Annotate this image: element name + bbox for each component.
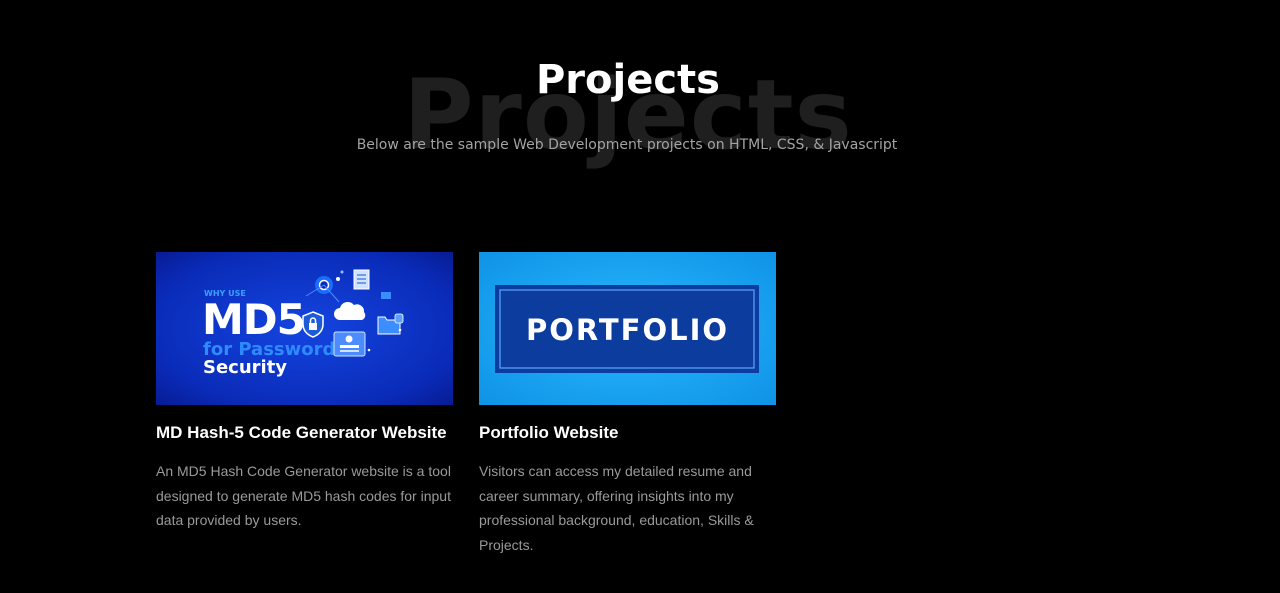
- project-card-md5[interactable]: WHY USE MD5 for Password Security MD Has…: [156, 252, 453, 533]
- project-thumbnail-md5[interactable]: WHY USE MD5 for Password Security: [156, 252, 453, 405]
- project-description: An MD5 Hash Code Generator website is a …: [156, 463, 451, 528]
- portfolio-thumbnail-graphic: PORTFOLIO: [479, 252, 776, 405]
- project-title[interactable]: MD Hash-5 Code Generator Website: [156, 420, 453, 445]
- section-subtitle: Below are the sample Web Development pro…: [356, 137, 898, 153]
- shield-lock-icon: [302, 311, 324, 338]
- md5-thumbnail-graphic: WHY USE MD5 for Password Security: [156, 252, 453, 405]
- project-description: Visitors can access my detailed resume a…: [479, 463, 754, 553]
- section-title: Projects: [535, 57, 720, 103]
- md5-headline: MD5: [202, 295, 305, 344]
- project-thumbnail-portfolio[interactable]: PORTFOLIO: [479, 252, 776, 405]
- md5-line2: Security: [203, 357, 287, 378]
- document-icon: [353, 269, 370, 290]
- id-card-icon: [333, 331, 366, 357]
- project-title[interactable]: Portfolio Website: [479, 420, 776, 445]
- projects-section: Projects Projects Below are the sample W…: [0, 0, 1280, 593]
- portfolio-headline: PORTFOLIO: [526, 313, 729, 347]
- project-card-portfolio[interactable]: PORTFOLIO Portfolio Website Visitors can…: [479, 252, 776, 557]
